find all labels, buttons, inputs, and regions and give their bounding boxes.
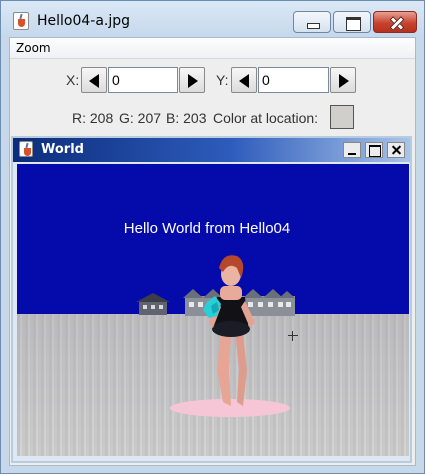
color-at-location-label: Color at location: xyxy=(213,110,319,126)
close-button[interactable] xyxy=(373,11,417,33)
x-decrement-button[interactable] xyxy=(81,67,107,93)
y-coordinate-input[interactable] xyxy=(258,67,329,93)
java-cup-icon xyxy=(19,141,33,157)
title-bar[interactable]: Hello04-a.jpg xyxy=(1,1,424,37)
scene-illustration xyxy=(136,255,295,417)
picture-explorer-window: Hello04-a.jpg Zoom X: Y: R: 208 G: 207 B… xyxy=(0,0,425,474)
world-close-button[interactable] xyxy=(387,142,405,158)
x-coordinate-input[interactable] xyxy=(108,67,178,93)
menu-zoom[interactable]: Zoom xyxy=(16,41,51,55)
dancer-figure-icon xyxy=(203,255,255,406)
crosshair-cursor-icon xyxy=(288,331,298,341)
green-value: G: 207 xyxy=(119,110,162,126)
house-icon xyxy=(136,293,170,315)
window-title: Hello04-a.jpg xyxy=(37,13,131,29)
minimize-button[interactable] xyxy=(293,11,331,33)
x-increment-button[interactable] xyxy=(179,67,205,93)
world-maximize-button[interactable] xyxy=(365,142,383,158)
world-image[interactable]: Hello World from Hello04 xyxy=(17,164,409,456)
world-title-bar[interactable]: World xyxy=(13,138,410,162)
menu-bar: Zoom xyxy=(10,38,415,59)
y-increment-button[interactable] xyxy=(330,67,356,93)
maximize-button[interactable] xyxy=(333,11,371,33)
hello-world-text: Hello World from Hello04 xyxy=(123,220,291,237)
world-title: World xyxy=(41,142,84,157)
java-cup-icon xyxy=(13,12,29,30)
x-label: X: xyxy=(66,72,80,88)
y-decrement-button[interactable] xyxy=(231,67,257,93)
world-minimize-button[interactable] xyxy=(343,142,361,158)
world-window: World Hello World from Hello04 xyxy=(11,136,412,463)
red-value: R: 208 xyxy=(72,110,114,126)
y-label: Y: xyxy=(216,72,229,88)
blue-value: B: 203 xyxy=(166,110,207,126)
color-swatch xyxy=(330,105,354,129)
